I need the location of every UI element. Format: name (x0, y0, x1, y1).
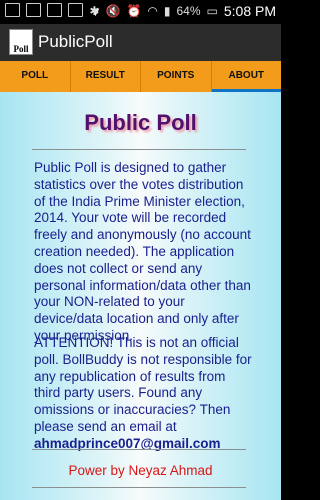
notification-icons: ▼ (5, 3, 102, 19)
status-bar: ▼ ✱ 🔇 ⏰ ◠ ▮ 64% ▭ 5:08 PM (0, 0, 281, 24)
tab-about[interactable]: ABOUT (211, 61, 282, 92)
image-icon (68, 3, 83, 17)
attention-text: ATTENTION! This is not an official poll.… (34, 335, 252, 434)
bottom-divider (32, 487, 246, 488)
tab-result[interactable]: RESULT (71, 61, 141, 92)
footer-credit: Power by Neyaz Ahmad (68, 463, 213, 478)
app-title: PublicPoll (38, 32, 113, 51)
footer-divider (32, 449, 246, 450)
tab-poll[interactable]: POLL (0, 61, 71, 92)
add-icon (5, 3, 20, 17)
mute-icon: 🔇 (105, 4, 121, 18)
tab-bar: POLL RESULT POINTS ABOUT (0, 61, 281, 92)
battery-icon: ▭ (206, 4, 218, 18)
page-title: Public Poll (84, 110, 197, 135)
close-box-icon (47, 3, 62, 17)
mail-icon (26, 3, 41, 17)
signal-icon: ▮ (163, 4, 171, 18)
action-bar: Poll PublicPoll (0, 24, 281, 63)
about-description: Public Poll is designed to gather statis… (34, 160, 251, 343)
top-divider (32, 149, 246, 150)
about-content: Public Poll Public Poll is designed to g… (0, 92, 281, 500)
wifi-icon: ◠ (147, 4, 158, 18)
battery-percentage: 64% (176, 4, 201, 18)
system-status: ✱ 🔇 ⏰ ◠ ▮ 64% ▭ 5:08 PM (89, 3, 276, 19)
status-time: 5:08 PM (223, 3, 276, 19)
app-icon-label: Poll (13, 44, 29, 54)
bluetooth-icon: ✱ (89, 4, 100, 18)
tab-points[interactable]: POINTS (141, 61, 212, 92)
app-logo-icon: Poll (9, 29, 33, 55)
attention-notice: ATTENTION! This is not an official poll.… (34, 335, 254, 453)
alarm-icon: ⏰ (126, 4, 142, 18)
